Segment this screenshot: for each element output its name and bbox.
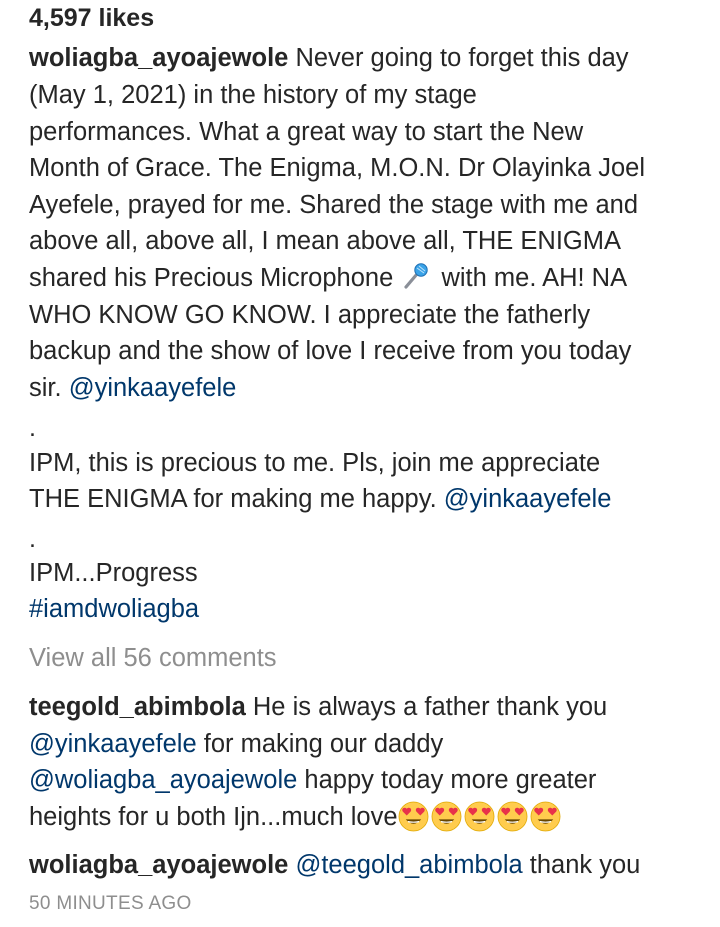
caption-line-13: IPM...Progress (29, 559, 198, 587)
heart-eyes-emoji-icon (398, 801, 429, 832)
caption-text: sir. (29, 374, 62, 402)
caption-text: shared his Precious Microphone (29, 264, 394, 292)
comment-1-line-4: heights for u both Ijn...much love (29, 799, 563, 836)
view-all-comments-link[interactable]: View all 56 comments (29, 640, 277, 677)
caption-line-6: above all, above all, I mean above all, … (29, 227, 621, 255)
caption-line-4: Month of Grace. The Enigma, M.O.N. Dr Ol… (29, 154, 646, 182)
caption-text: Never going to forget this day (295, 44, 629, 72)
mention-link[interactable]: @woliagba_ayoajewole (29, 766, 297, 794)
caption-line-3: performances. What a great way to start … (29, 118, 584, 146)
caption-line-8: WHO KNOW GO KNOW. I appreciate the fathe… (29, 301, 591, 329)
caption-line-5: Ayefele, prayed for me. Shared the stage… (29, 191, 639, 219)
microphone-emoji-icon (402, 263, 430, 289)
comment-1-line-2: @yinkaayefele for making our daddy (29, 726, 443, 763)
caption-dot: . (29, 525, 36, 553)
caption-username[interactable]: woliagba_ayoajewole (29, 44, 288, 72)
mention-link[interactable]: @teegold_abimbola (295, 851, 522, 879)
mention-link[interactable]: @yinkaayefele (69, 374, 237, 402)
post-details: 4,597 likes woliagba_ayoajewole Never go… (0, 0, 720, 927)
caption-text: with me. AH! NA (441, 264, 628, 292)
caption-text: THE ENIGMA for making me happy. (29, 485, 437, 513)
comment-username[interactable]: teegold_abimbola (29, 693, 246, 721)
heart-eyes-emoji-icon (530, 801, 561, 832)
comment-1-line-3: @woliagba_ayoajewole happy today more gr… (29, 762, 596, 799)
heart-eyes-emoji-icon (431, 801, 462, 832)
comment-text: thank you (529, 851, 641, 879)
comment-text: He is always a father thank you (252, 693, 608, 721)
likes-count[interactable]: 4,597 likes (29, 0, 154, 37)
comment-text: for making our daddy (203, 730, 444, 758)
emoji-group (398, 801, 563, 832)
post-timestamp: 50 MINUTES AGO (29, 893, 192, 914)
caption-line-9: backup and the show of love I receive fr… (29, 337, 632, 365)
heart-eyes-emoji-icon (464, 801, 495, 832)
caption-line-10: sir. @yinkaayefele (29, 370, 236, 407)
caption-line-2: (May 1, 2021) in the history of my stage (29, 81, 477, 109)
hashtag-link[interactable]: #iamdwoliagba (29, 591, 199, 628)
heart-eyes-emoji-icon (497, 801, 528, 832)
comment-text: happy today more greater (304, 766, 597, 794)
comment-text: heights for u both Ijn...much love (29, 803, 398, 831)
caption-dot: . (29, 414, 36, 442)
caption-line-12: THE ENIGMA for making me happy. @yinkaay… (29, 481, 611, 518)
mention-link[interactable]: @yinkaayefele (29, 730, 197, 758)
comment-1-line-1: teegold_abimbola He is always a father t… (29, 689, 607, 726)
comment-2-line-1: woliagba_ayoajewole @teegold_abimbola th… (29, 847, 640, 884)
caption-line-1: woliagba_ayoajewole Never going to forge… (29, 40, 629, 77)
mention-link[interactable]: @yinkaayefele (444, 485, 612, 513)
caption-line-7: shared his Precious Microphone with me. … (29, 260, 627, 297)
caption-line-11: IPM, this is precious to me. Pls, join m… (29, 449, 601, 477)
comment-username[interactable]: woliagba_ayoajewole (29, 851, 288, 879)
